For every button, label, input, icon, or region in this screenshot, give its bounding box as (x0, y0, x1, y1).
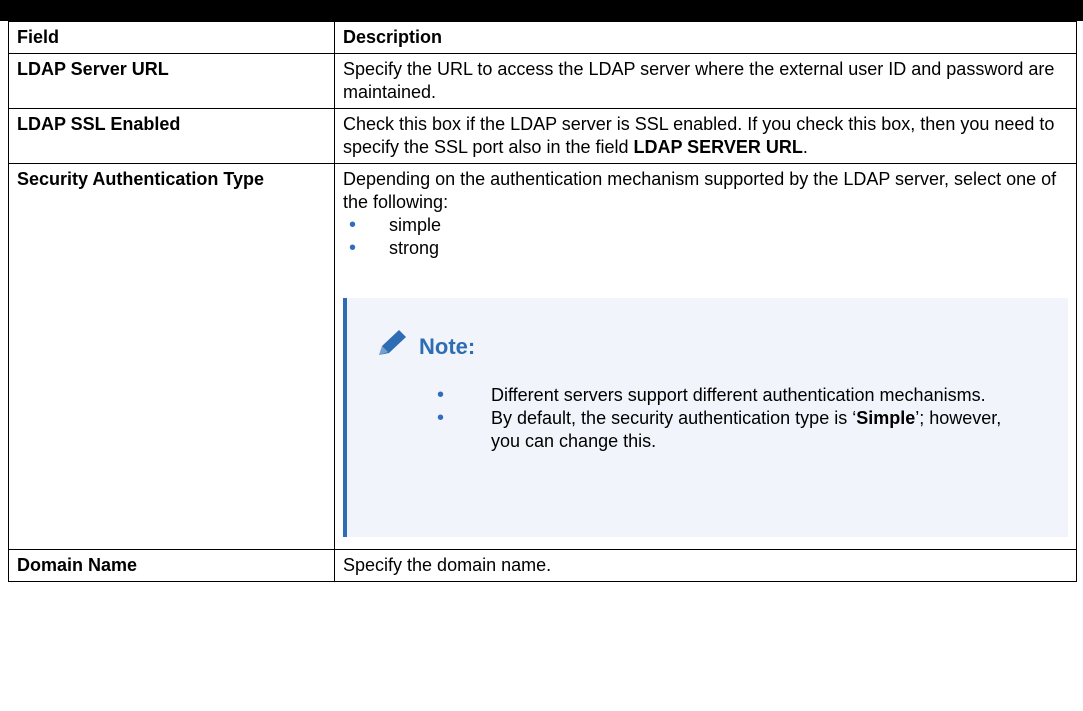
field-name: LDAP Server URL (8, 53, 335, 109)
note-text: By default, the security authentication … (491, 408, 857, 428)
parameter-table: Field Description LDAP Server URL Specif… (8, 21, 1077, 582)
table-row: LDAP Server URL Specify the URL to acces… (8, 53, 1077, 109)
field-description: Specify the domain name. (334, 549, 1077, 582)
top-rule (0, 0, 1083, 21)
field-name: Security Authentication Type (8, 163, 335, 550)
option-label: simple (389, 215, 442, 235)
list-item: • Different servers support different aut… (375, 384, 1048, 407)
bullet-icon: • (349, 214, 357, 236)
option-list: • simple • strong (343, 214, 1068, 260)
column-header-field: Field (8, 21, 335, 54)
list-item: • By default, the security authentication… (375, 407, 1048, 453)
list-item: • simple (343, 214, 1068, 237)
table-header-row: Field Description (8, 21, 1077, 54)
bullet-icon: • (437, 384, 445, 406)
option-label: strong (389, 238, 440, 258)
pencil-icon (375, 328, 409, 364)
field-reference: LDAP SERVER URL (633, 137, 803, 157)
note-text: Different servers support different auth… (491, 385, 986, 405)
description-text-end: . (802, 137, 808, 157)
field-description: Depending on the authentication mechanis… (334, 163, 1077, 550)
description-text: Depending on the authentication mechanis… (343, 169, 1057, 212)
table-row: Domain Name Specify the domain name. (8, 549, 1077, 582)
bullet-icon: • (349, 237, 357, 259)
note-list: • Different servers support different aut… (375, 384, 1048, 453)
table-row: Security Authentication Type Depending o… (8, 163, 1077, 550)
column-header-description: Description (334, 21, 1077, 54)
field-name: Domain Name (8, 549, 335, 582)
note-box: Note: • Different servers support differe… (343, 298, 1068, 537)
note-header: Note: (375, 328, 1048, 364)
field-description: Check this box if the LDAP server is SSL… (334, 108, 1077, 164)
bullet-icon: • (437, 407, 445, 429)
field-description: Specify the URL to access the LDAP serve… (334, 53, 1077, 109)
list-item: • strong (343, 237, 1068, 260)
table-row: LDAP SSL Enabled Check this box if the L… (8, 108, 1077, 164)
note-emphasis: Simple (856, 408, 916, 428)
note-title: Note: (419, 333, 476, 359)
field-name: LDAP SSL Enabled (8, 108, 335, 164)
